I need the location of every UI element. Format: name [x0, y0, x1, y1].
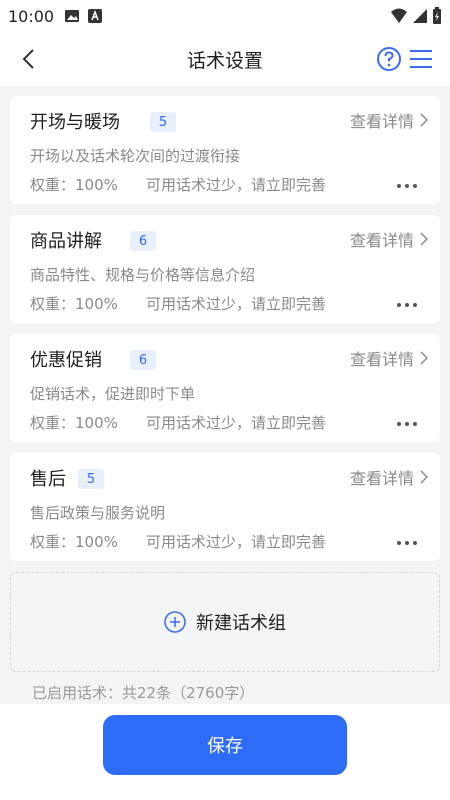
more-icon[interactable]	[396, 539, 418, 547]
card-title: 优惠促销	[30, 350, 102, 371]
chevron-right-icon	[420, 470, 428, 484]
view-detail-link[interactable]: 查看详情	[350, 346, 428, 370]
card-description: 商品特性、规格与价格等信息介绍	[30, 266, 256, 284]
help-icon	[377, 47, 401, 71]
back-button[interactable]	[14, 45, 42, 73]
more-icon[interactable]	[396, 301, 418, 309]
card-weight: 权重：100%	[30, 295, 118, 313]
count-badge: 5	[78, 469, 104, 489]
count-badge: 6	[130, 350, 156, 370]
page-title: 话术设置	[186, 49, 263, 72]
card-weight: 权重：100%	[30, 533, 118, 551]
view-detail-label: 查看详情	[349, 350, 414, 369]
script-group-card: 售后 5 查看详情 售后政策与服务说明 权重：100% 可用话术过少，请立即完善	[10, 453, 440, 561]
card-title: 开场与暖场	[30, 112, 120, 133]
card-description: 促销话术，促进即时下单	[30, 385, 196, 403]
count-badge: 6	[130, 231, 156, 251]
status-bar: 10:00	[0, 0, 450, 32]
status-time: 10:00	[8, 6, 55, 26]
card-warning: 可用话术过少，请立即完善	[146, 414, 327, 432]
script-group-card: 优惠促销 6 查看详情 促销话术，促进即时下单 权重：100% 可用话术过少，请…	[10, 334, 440, 442]
content: 开场与暖场 5 查看详情 开场以及话术轮次间的过渡衔接 权重：100% 可用话术…	[0, 86, 450, 704]
card-warning: 可用话术过少，请立即完善	[146, 295, 327, 313]
view-detail-label: 查看详情	[349, 231, 414, 250]
chevron-right-icon	[420, 232, 428, 246]
menu-button[interactable]	[408, 46, 434, 72]
card-title: 商品讲解	[30, 231, 102, 252]
header: 话术设置	[0, 32, 450, 86]
card-warning: 可用话术过少，请立即完善	[146, 176, 327, 194]
card-description: 售后政策与服务说明	[30, 504, 166, 522]
app-notification-icon	[88, 9, 103, 23]
card-title: 售后	[30, 469, 66, 490]
more-icon[interactable]	[396, 182, 418, 190]
chevron-right-icon	[420, 113, 428, 127]
script-group-card: 商品讲解 6 查看详情 商品特性、规格与价格等信息介绍 权重：100% 可用话术…	[10, 215, 440, 323]
menu-icon	[410, 50, 432, 68]
wifi-icon	[391, 8, 407, 23]
battery-icon	[433, 7, 441, 24]
view-detail-label: 查看详情	[349, 469, 414, 488]
add-script-group-label: 新建话术组	[196, 613, 286, 634]
count-badge: 5	[150, 112, 176, 132]
save-button[interactable]: 保存	[103, 715, 347, 775]
image-notification-icon	[65, 10, 80, 22]
card-weight: 权重：100%	[30, 414, 118, 432]
add-script-group-button[interactable]: 新建话术组	[10, 572, 440, 672]
chevron-left-icon	[22, 49, 34, 69]
signal-icon	[413, 9, 427, 23]
more-icon[interactable]	[396, 420, 418, 428]
card-description: 开场以及话术轮次间的过渡衔接	[30, 147, 241, 165]
view-detail-link[interactable]: 查看详情	[350, 465, 428, 489]
footer: 保存	[0, 704, 450, 800]
script-group-card: 开场与暖场 5 查看详情 开场以及话术轮次间的过渡衔接 权重：100% 可用话术…	[10, 96, 440, 204]
card-warning: 可用话术过少，请立即完善	[146, 533, 327, 551]
card-weight: 权重：100%	[30, 176, 118, 194]
view-detail-label: 查看详情	[349, 112, 414, 131]
plus-circle-icon	[164, 611, 186, 633]
enabled-summary: 已启用话术：共22条（2760字）	[32, 684, 255, 702]
view-detail-link[interactable]: 查看详情	[350, 227, 428, 251]
view-detail-link[interactable]: 查看详情	[350, 108, 428, 132]
chevron-right-icon	[420, 351, 428, 365]
help-button[interactable]	[376, 46, 402, 72]
